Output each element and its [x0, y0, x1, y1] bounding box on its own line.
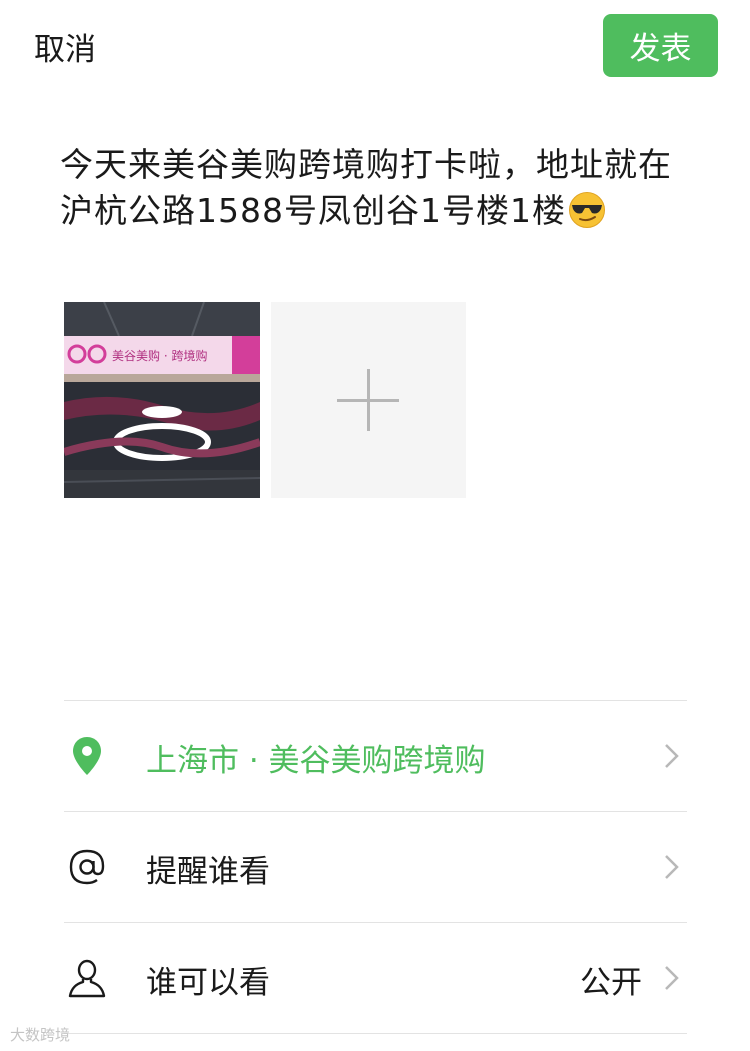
visibility-row[interactable]: 谁可以看 公开: [64, 922, 687, 1032]
mention-label: 提醒谁看: [146, 854, 270, 890]
chevron-right-icon: [665, 744, 679, 768]
divider: [64, 1033, 687, 1034]
photo-sign-text: 美谷美购 · 跨境购: [112, 348, 207, 363]
sunglasses-emoji-icon: [568, 192, 605, 228]
top-bar: 取消 发表: [0, 0, 750, 100]
uploaded-photo-thumbnail[interactable]: 美谷美购 · 跨境购: [64, 302, 260, 498]
chevron-right-icon: [665, 966, 679, 990]
watermark: 大数跨境: [10, 1026, 71, 1044]
add-photo-button[interactable]: [271, 302, 466, 498]
location-pin-icon: [73, 737, 101, 775]
post-text-area[interactable]: 今天来美谷美购跨境购打卡啦，地址就在沪杭公路1588号凤创谷1号楼1楼: [60, 142, 700, 234]
chevron-right-icon: [665, 855, 679, 879]
publish-button[interactable]: 发表: [603, 14, 718, 77]
visibility-label: 谁可以看: [146, 965, 270, 1001]
cancel-button[interactable]: 取消: [34, 24, 96, 69]
person-icon: [68, 959, 106, 998]
location-label: 上海市 · 美谷美购跨境购: [146, 743, 486, 779]
at-icon: [69, 849, 105, 885]
photo-image: 美谷美购 · 跨境购: [64, 302, 260, 498]
location-row[interactable]: 上海市 · 美谷美购跨境购: [64, 700, 687, 810]
visibility-value: 公开: [580, 965, 642, 1001]
mention-row[interactable]: 提醒谁看: [64, 811, 687, 921]
